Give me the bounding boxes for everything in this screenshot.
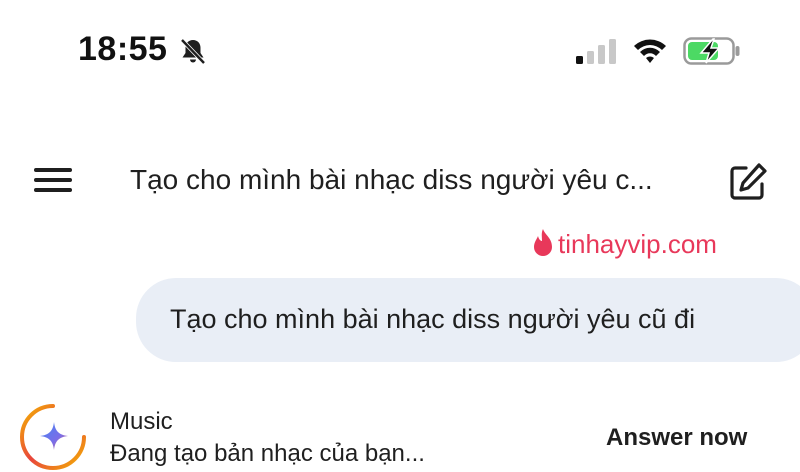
watermark-text: tinhayvip.com (558, 228, 717, 259)
user-message-text: Tạo cho mình bài nhạc diss người yêu cũ … (170, 304, 696, 334)
bell-slash-icon (180, 38, 206, 65)
flame-logo-icon (534, 229, 552, 256)
answer-now-button[interactable]: Answer now (606, 424, 747, 452)
generation-status: Đang tạo bản nhạc của bạn... (110, 440, 425, 467)
chat-title[interactable]: Tạo cho mình bài nhạc diss người yêu c..… (130, 164, 653, 196)
status-bar: 18:55 (0, 0, 800, 100)
status-time: 18:55 (78, 30, 168, 68)
signal-icon (576, 39, 616, 64)
response-row: Music Đang tạo bản nhạc của bạn... Answe… (0, 396, 800, 471)
edit-square-icon[interactable] (726, 160, 770, 204)
tool-name: Music (110, 408, 173, 435)
user-message-bubble: Tạo cho mình bài nhạc diss người yêu cũ … (136, 278, 800, 362)
hamburger-menu-icon[interactable] (30, 162, 76, 198)
chat-header: Tạo cho mình bài nhạc diss người yêu c..… (0, 150, 800, 210)
battery-charging-icon (683, 37, 740, 65)
watermark: tinhayvip.com (530, 226, 717, 262)
wifi-icon (634, 39, 666, 63)
gemini-sparkle-icon (20, 404, 86, 470)
